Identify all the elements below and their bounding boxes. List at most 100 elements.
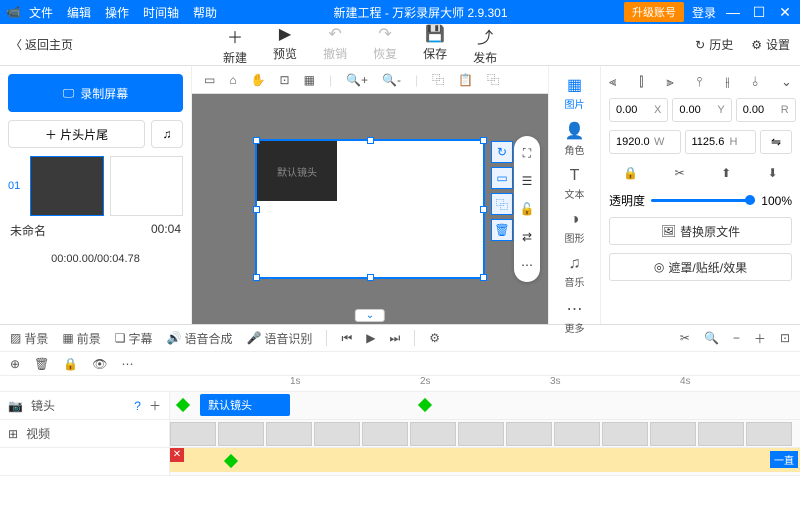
lock-track-icon[interactable]: 🔒 bbox=[63, 357, 78, 371]
timeline-ruler[interactable]: 1s 2s 3s 4s bbox=[0, 376, 800, 392]
tab-tts[interactable]: 🔊语音合成 bbox=[167, 330, 233, 347]
w-input[interactable]: W bbox=[609, 130, 681, 154]
layer-copy-icon[interactable]: ⿻ bbox=[491, 193, 513, 215]
canvas-artboard[interactable]: 默认镜头 ↻ ▭ ⿻ 🗑 bbox=[255, 139, 485, 279]
history-button[interactable]: ↻历史 bbox=[695, 36, 733, 53]
add-kf-icon[interactable]: ＋ bbox=[149, 397, 161, 414]
zoom-out-icon[interactable]: 🔍- bbox=[382, 73, 401, 87]
clip-tag[interactable]: 一直 bbox=[770, 451, 798, 468]
scene-thumb-1[interactable] bbox=[30, 156, 103, 216]
menu-timeline[interactable]: 时间轴 bbox=[143, 4, 179, 21]
tool-fit-icon[interactable]: ⊡ bbox=[280, 73, 290, 87]
resize-handle[interactable] bbox=[480, 137, 487, 144]
menu-help[interactable]: 帮助 bbox=[193, 4, 217, 21]
layer-rect-icon[interactable]: ▭ bbox=[491, 167, 513, 189]
new-button[interactable]: ＋新建 bbox=[223, 24, 247, 66]
unlock-icon[interactable]: 🔓 bbox=[518, 200, 536, 218]
resize-handle[interactable] bbox=[367, 137, 374, 144]
track-more-icon[interactable]: ⋯ bbox=[121, 357, 133, 371]
play-icon[interactable]: ▶ bbox=[366, 331, 375, 345]
intro-outro-button[interactable]: ＋ 片头片尾 bbox=[8, 120, 145, 148]
tool-home-icon[interactable]: ⌂ bbox=[229, 73, 236, 87]
back-button[interactable]: 〈返回主页 bbox=[10, 36, 73, 53]
flip-button[interactable]: ⇋ bbox=[760, 130, 792, 154]
track-video-header[interactable]: ⊞视频 bbox=[0, 420, 170, 447]
resize-handle[interactable] bbox=[253, 137, 260, 144]
prev-frame-icon[interactable]: ⏮ bbox=[341, 331, 352, 346]
tl-fit-icon[interactable]: ⊡ bbox=[780, 331, 790, 345]
opacity-slider[interactable] bbox=[651, 199, 755, 202]
align-left-icon[interactable]: ⫷ bbox=[609, 74, 616, 90]
tab-character[interactable]: 👤角色 bbox=[565, 118, 585, 160]
music-button[interactable]: ♫ bbox=[151, 120, 183, 148]
x-input[interactable]: X bbox=[609, 98, 668, 122]
align-top-icon[interactable]: ⫯ bbox=[697, 74, 703, 90]
align-more-icon[interactable]: ⌄ bbox=[781, 74, 792, 90]
tab-image[interactable]: ▦图片 bbox=[565, 72, 585, 114]
track-empty-header[interactable] bbox=[0, 448, 170, 475]
align-center-icon[interactable]: ⫿ bbox=[639, 74, 643, 90]
camera-clip[interactable]: 默认镜头 bbox=[200, 394, 290, 416]
swap-icon[interactable]: ⇄ bbox=[518, 228, 536, 246]
tab-foreground[interactable]: ▦前景 bbox=[62, 330, 100, 347]
replace-file-button[interactable]: 🖼替换原文件 bbox=[609, 217, 792, 245]
resize-handle[interactable] bbox=[253, 206, 260, 213]
keyframe-marker[interactable] bbox=[418, 398, 432, 412]
h-input[interactable]: H bbox=[685, 130, 757, 154]
fullscreen-icon[interactable]: ⛶ bbox=[518, 144, 536, 162]
tab-more[interactable]: ⋯更多 bbox=[565, 296, 585, 338]
cut-icon[interactable]: ✂ bbox=[680, 331, 690, 345]
zoom-tl-icon[interactable]: 🔍 bbox=[704, 331, 719, 345]
tab-text[interactable]: T文本 bbox=[565, 164, 585, 204]
layer-down-icon[interactable]: ⬇ bbox=[768, 166, 778, 180]
collapse-button[interactable]: ⌄ bbox=[355, 309, 385, 322]
scene-thumb-2[interactable] bbox=[110, 156, 183, 216]
tool-select-icon[interactable]: ▭ bbox=[204, 73, 215, 87]
maximize-button[interactable]: ☐ bbox=[750, 4, 768, 21]
undo-button[interactable]: ↶撤销 bbox=[323, 24, 347, 66]
tab-asr[interactable]: 🎤语音识别 bbox=[246, 330, 312, 347]
settings-button[interactable]: ⚙设置 bbox=[751, 36, 790, 53]
layer-refresh-icon[interactable]: ↻ bbox=[491, 141, 513, 163]
help-icon[interactable]: ? bbox=[134, 399, 141, 413]
tool-hand-icon[interactable]: ✋ bbox=[251, 73, 266, 87]
resize-handle[interactable] bbox=[480, 274, 487, 281]
tab-music[interactable]: ♫音乐 bbox=[565, 252, 585, 292]
align-mid-icon[interactable]: ⫲ bbox=[725, 74, 729, 90]
track-camera-header[interactable]: 📷镜头?＋ bbox=[0, 392, 170, 419]
resize-handle[interactable] bbox=[253, 274, 260, 281]
preview-button[interactable]: ▶预览 bbox=[273, 24, 297, 66]
align-bot-icon[interactable]: ⫰ bbox=[752, 74, 758, 90]
mask-button[interactable]: ◎遮罩/贴纸/效果 bbox=[609, 253, 792, 281]
menu-edit[interactable]: 编辑 bbox=[67, 4, 91, 21]
delete-clip-icon[interactable]: ✕ bbox=[170, 448, 184, 462]
redo-button[interactable]: ↷恢复 bbox=[373, 24, 397, 66]
r-input[interactable]: R bbox=[736, 98, 796, 122]
copy-icon[interactable]: ⿻ bbox=[432, 71, 444, 88]
layer-up-icon[interactable]: ⬆ bbox=[721, 166, 731, 180]
next-frame-icon[interactable]: ⏭ bbox=[389, 331, 400, 346]
audio-clip[interactable] bbox=[170, 448, 800, 472]
align-right-icon[interactable]: ⫸ bbox=[666, 74, 673, 90]
add-track-icon[interactable]: ⊕ bbox=[10, 357, 20, 371]
tab-shape[interactable]: ◑图形 bbox=[565, 208, 585, 248]
filter-icon[interactable]: ⚙ bbox=[429, 331, 440, 345]
eye-icon[interactable]: 👁 bbox=[92, 357, 107, 371]
zoom-in-icon[interactable]: 🔍+ bbox=[346, 73, 368, 87]
keyframe-marker[interactable] bbox=[176, 398, 190, 412]
video-frames[interactable] bbox=[170, 422, 800, 446]
layers-icon[interactable]: ☰ bbox=[518, 172, 536, 190]
tab-subtitle[interactable]: ❏字幕 bbox=[115, 330, 153, 347]
more-icon[interactable]: ⋯ bbox=[518, 256, 536, 274]
record-button[interactable]: 🖵录制屏幕 bbox=[8, 74, 183, 112]
tab-background[interactable]: ▨背景 bbox=[10, 330, 48, 347]
tl-plus-icon[interactable]: ＋ bbox=[754, 330, 766, 347]
upgrade-button[interactable]: 升级账号 bbox=[624, 2, 684, 22]
tl-minus-icon[interactable]: − bbox=[733, 331, 740, 345]
layer-delete-icon[interactable]: 🗑 bbox=[491, 219, 513, 241]
del-track-icon[interactable]: 🗑 bbox=[34, 357, 49, 371]
tool-grid-icon[interactable]: ▦ bbox=[304, 73, 315, 87]
crop-icon[interactable]: ✂ bbox=[675, 166, 685, 180]
minimize-button[interactable]: — bbox=[724, 4, 742, 20]
menu-action[interactable]: 操作 bbox=[105, 4, 129, 21]
